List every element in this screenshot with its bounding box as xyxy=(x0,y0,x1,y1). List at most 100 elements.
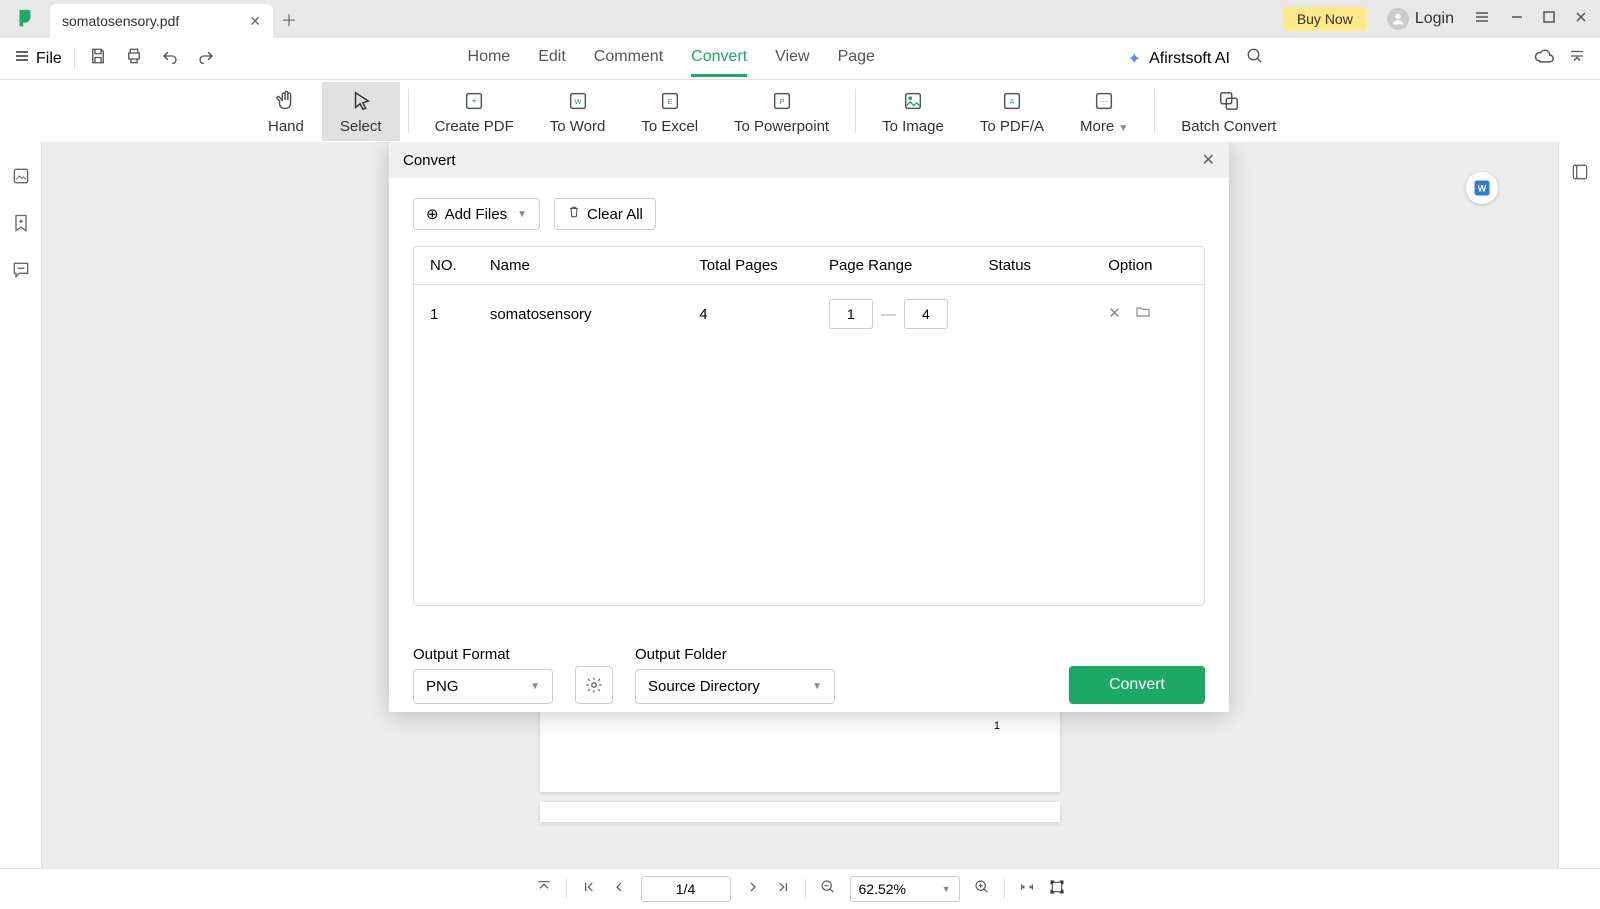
tool-label: To Powerpoint xyxy=(734,118,829,135)
fit-page-icon[interactable] xyxy=(1049,879,1065,900)
row-total-pages: 4 xyxy=(699,306,829,323)
column-header-no: NO. xyxy=(430,257,490,274)
tab-convert[interactable]: Convert xyxy=(691,40,747,77)
tool-select[interactable]: Select xyxy=(322,82,400,141)
collapse-icon[interactable] xyxy=(1568,47,1586,70)
tool-to-powerpoint[interactable]: P To Powerpoint xyxy=(716,82,847,141)
cloud-icon[interactable] xyxy=(1534,46,1554,71)
scroll-top-icon[interactable] xyxy=(536,879,552,900)
add-files-button[interactable]: ⊕ Add Files ▼ xyxy=(413,198,540,230)
ai-button[interactable]: ✦ Afirstsoft AI xyxy=(1128,49,1246,69)
column-header-option: Option xyxy=(1108,257,1188,274)
tab-close-icon[interactable]: ✕ xyxy=(249,13,261,30)
column-header-name: Name xyxy=(490,257,699,274)
app-logo xyxy=(0,8,50,30)
image-icon xyxy=(902,88,924,114)
range-dash: — xyxy=(881,306,896,323)
divider xyxy=(566,879,567,899)
panel-toggle-icon[interactable] xyxy=(1570,162,1590,187)
tool-label: Select xyxy=(340,118,382,135)
thumbnails-icon[interactable] xyxy=(11,166,31,191)
redo-icon[interactable] xyxy=(197,47,215,70)
pdfa-icon: A xyxy=(1001,88,1023,114)
search-icon[interactable] xyxy=(1246,47,1264,70)
tool-create-pdf[interactable]: + Create PDF xyxy=(417,82,532,141)
remove-row-icon[interactable]: ✕ xyxy=(1108,304,1121,324)
open-folder-icon[interactable] xyxy=(1135,304,1151,324)
svg-text:W: W xyxy=(1478,183,1487,193)
zoom-in-icon[interactable] xyxy=(974,879,990,900)
pdf-page-number: 1 xyxy=(994,720,1000,732)
batch-icon xyxy=(1218,88,1240,114)
hand-icon xyxy=(275,88,297,114)
hamburger-icon xyxy=(14,48,30,69)
word-export-float-button[interactable]: W xyxy=(1466,172,1498,204)
settings-button[interactable] xyxy=(575,666,613,704)
bookmarks-icon[interactable] xyxy=(11,213,31,238)
tool-more[interactable]: ⋯ More ▼ xyxy=(1062,82,1146,141)
svg-text:⋯: ⋯ xyxy=(1100,95,1109,105)
tool-to-word[interactable]: W To Word xyxy=(532,82,624,141)
maximize-button[interactable] xyxy=(1542,10,1556,29)
new-tab-button[interactable]: ＋ xyxy=(273,3,305,35)
column-header-pages: Total Pages xyxy=(699,257,829,274)
word-icon: W xyxy=(567,88,589,114)
hamburger-icon[interactable] xyxy=(1474,9,1490,30)
output-format-select[interactable]: PNG ▼ xyxy=(413,669,553,704)
tool-to-excel[interactable]: E To Excel xyxy=(623,82,716,141)
tab-comment[interactable]: Comment xyxy=(594,40,663,77)
tab-page[interactable]: Page xyxy=(838,40,875,77)
convert-button[interactable]: Convert xyxy=(1069,666,1205,704)
file-table: NO. Name Total Pages Page Range Status O… xyxy=(413,246,1205,606)
zoom-out-icon[interactable] xyxy=(820,879,836,900)
ai-label: Afirstsoft AI xyxy=(1149,50,1230,68)
comments-icon[interactable] xyxy=(11,260,31,285)
divider xyxy=(855,89,856,133)
undo-icon[interactable] xyxy=(161,47,179,70)
output-folder-label: Output Folder xyxy=(635,646,835,663)
pdf-page xyxy=(540,802,1060,822)
zoom-select[interactable]: 62.52% ▼ xyxy=(850,876,960,902)
first-page-icon[interactable] xyxy=(581,879,597,900)
range-from-input[interactable] xyxy=(829,299,873,329)
tool-hand[interactable]: Hand xyxy=(250,82,322,141)
fit-width-icon[interactable] xyxy=(1019,879,1035,900)
tool-to-image[interactable]: To Image xyxy=(864,82,962,141)
tool-label: To Word xyxy=(550,118,606,135)
login-button[interactable]: Login xyxy=(1387,8,1454,30)
prev-page-icon[interactable] xyxy=(611,879,627,900)
powerpoint-icon: P xyxy=(771,88,793,114)
buy-now-button[interactable]: Buy Now xyxy=(1283,7,1367,31)
output-folder-value: Source Directory xyxy=(648,678,760,695)
avatar-icon xyxy=(1387,8,1409,30)
tab-home[interactable]: Home xyxy=(468,40,511,77)
output-format-value: PNG xyxy=(426,678,459,695)
tool-batch-convert[interactable]: Batch Convert xyxy=(1163,82,1294,141)
divider xyxy=(1154,89,1155,133)
document-tab[interactable]: somatosensory.pdf ✕ xyxy=(50,4,273,38)
output-folder-select[interactable]: Source Directory ▼ xyxy=(635,669,835,704)
tab-edit[interactable]: Edit xyxy=(538,40,566,77)
dialog-close-button[interactable]: ✕ xyxy=(1202,150,1215,170)
close-button[interactable] xyxy=(1574,10,1588,29)
cursor-icon xyxy=(350,88,372,114)
excel-icon: E xyxy=(659,88,681,114)
chevron-down-icon: ▼ xyxy=(942,884,951,894)
page-input[interactable] xyxy=(641,876,731,902)
tab-view[interactable]: View xyxy=(775,40,809,77)
tool-label: More ▼ xyxy=(1080,118,1128,135)
svg-text:W: W xyxy=(574,96,581,105)
dialog-title: Convert xyxy=(403,152,456,169)
divider xyxy=(1004,879,1005,899)
next-page-icon[interactable] xyxy=(745,879,761,900)
tab-title: somatosensory.pdf xyxy=(62,13,179,29)
last-page-icon[interactable] xyxy=(775,879,791,900)
save-icon[interactable] xyxy=(89,47,107,70)
minimize-button[interactable] xyxy=(1510,10,1524,29)
clear-all-button[interactable]: Clear All xyxy=(554,198,656,230)
tool-to-pdfa[interactable]: A To PDF/A xyxy=(962,82,1062,141)
chevron-down-icon: ▼ xyxy=(517,209,527,220)
print-icon[interactable] xyxy=(125,47,143,70)
range-to-input[interactable] xyxy=(904,299,948,329)
file-menu[interactable]: File xyxy=(14,48,75,69)
